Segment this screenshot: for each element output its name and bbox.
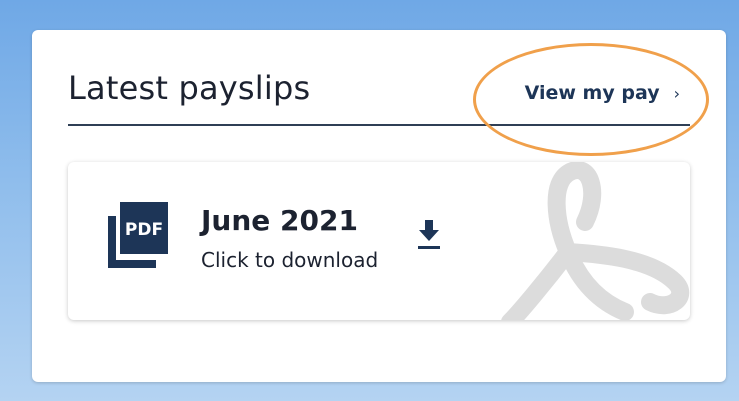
pdf-icon-label: PDF	[125, 220, 163, 240]
panel-header: Latest payslips View my pay ›	[68, 68, 690, 126]
payslip-action-text: Click to download	[201, 248, 379, 272]
pdf-file-icon: PDF	[108, 202, 168, 268]
view-my-pay-label: View my pay	[524, 82, 660, 104]
view-my-pay-link[interactable]: View my pay ›	[525, 82, 680, 104]
download-icon[interactable]	[418, 220, 440, 250]
payslip-card[interactable]: PDF June 2021 Click to download	[68, 162, 690, 320]
acrobat-watermark-icon	[501, 162, 690, 320]
payslip-month: June 2021	[201, 204, 358, 237]
chevron-right-icon: ›	[673, 83, 680, 103]
payslips-panel: Latest payslips View my pay › PDF June 2…	[32, 30, 726, 382]
panel-title: Latest payslips	[68, 69, 311, 107]
